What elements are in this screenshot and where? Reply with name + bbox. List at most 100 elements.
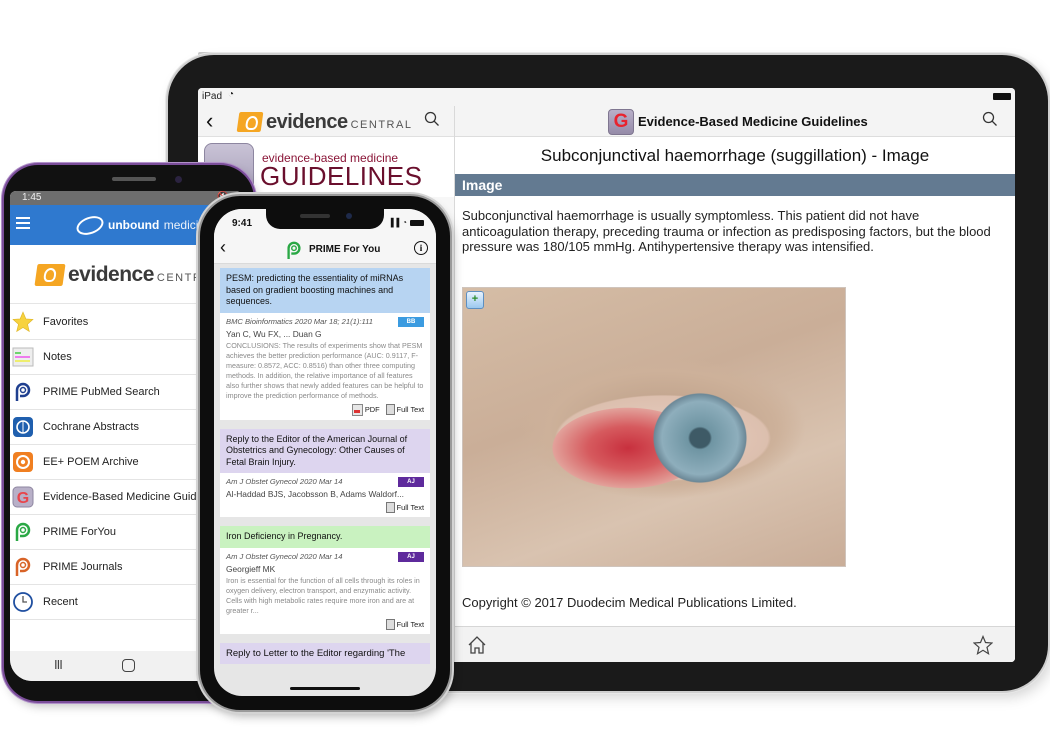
pdf-button[interactable]: PDF: [351, 403, 380, 416]
notes-icon: [11, 345, 35, 369]
menu-item-label: Notes: [43, 351, 72, 363]
nav-title: PRIME For You: [309, 244, 381, 255]
prime-foryou-icon: [11, 520, 35, 544]
zoom-in-icon[interactable]: +: [466, 291, 484, 309]
menu-item-label: Recent: [43, 596, 78, 608]
favorite-star-icon[interactable]: [972, 634, 994, 660]
article-title[interactable]: Reply to the Editor of the American Jour…: [220, 428, 430, 473]
recent-clock-icon: [11, 590, 35, 614]
menu-item-label: Cochrane Abstracts: [43, 421, 139, 433]
unbound-ring-icon: [73, 212, 107, 238]
document-icon: [385, 618, 395, 630]
cochrane-icon: [11, 415, 35, 439]
brand-bold: unbound: [108, 218, 160, 232]
article-actions: PDF Full Text: [226, 403, 424, 416]
wifi-icon: ◔: [402, 218, 407, 227]
article-title[interactable]: Iron Deficiency in Pregnancy.: [220, 526, 430, 548]
info-icon[interactable]: i: [414, 241, 428, 255]
menu-item-label: PRIME ForYou: [43, 526, 116, 538]
document-icon: [385, 404, 395, 415]
brand-word: evidence: [266, 110, 348, 133]
document-nav-bar: G Evidence-Based Medicine Guidelines: [455, 106, 1015, 137]
document-icon: [385, 502, 395, 513]
article-authors: Georgieff MK: [226, 563, 276, 574]
full-text-button[interactable]: Full Text: [385, 404, 424, 415]
eye-photo[interactable]: +: [462, 287, 846, 567]
menu-item-label: PRIME Journals: [43, 561, 123, 573]
menu-item-label: EE+ POEM Archive: [43, 456, 139, 468]
copyright-text: Copyright © 2017 Duodecim Medical Public…: [462, 595, 797, 610]
home-indicator[interactable]: [290, 687, 360, 690]
search-icon[interactable]: [424, 111, 440, 132]
article-journal: BMC Bioinformatics 2020 Mar 18; 21(1):11…: [226, 316, 374, 326]
evidence-central-logo: evidence CENTRAL: [236, 110, 413, 133]
full-text-label: Full Text: [396, 405, 424, 414]
full-text-button[interactable]: Full Text: [385, 502, 424, 513]
evidence-central-mark-icon: [34, 264, 66, 286]
section-header: Image: [455, 174, 1015, 196]
unbound-medicine-logo: unbound medicine: [73, 212, 212, 238]
hamburger-menu-icon[interactable]: [16, 217, 30, 232]
iphone-screen: 9:41 ▐▐ ◔ ‹ PRIME For You i PESM: predic…: [214, 209, 436, 696]
svg-text:G: G: [17, 490, 29, 507]
article-authors: Al-Haddad BJS, Jacobsson B, Adams Waldor…: [226, 489, 404, 499]
bottom-toolbar: [455, 626, 1015, 662]
wifi-icon: ◔: [228, 89, 235, 100]
brand-suffix: CENTRAL: [350, 118, 413, 131]
full-text-button[interactable]: Full Text: [385, 618, 424, 630]
guidelines-icon: G: [11, 485, 35, 509]
back-chevron-icon[interactable]: ‹: [220, 237, 226, 258]
home-button[interactable]: [122, 659, 135, 672]
star-icon: [11, 310, 35, 334]
status-time: 1:45: [22, 192, 42, 203]
document-body-text: Subconjunctival haemorrhage is usually s…: [462, 208, 991, 254]
full-text-label: Full Text: [396, 619, 424, 629]
article-journal: Am J Obstet Gynecol 2020 Mar 14: [226, 477, 343, 486]
ipad-status-bar: iPad ◔: [198, 88, 1015, 106]
pdf-label: PDF: [364, 405, 380, 414]
article-actions: Full Text: [226, 618, 424, 630]
brand-word: evidence: [68, 263, 154, 286]
signal-icon: ▐▐: [387, 218, 400, 227]
article-details: Am J Obstet Gynecol 2020 Mar 14 AJ Georg…: [220, 548, 430, 634]
article-title[interactable]: PESM: predicting the essentiality of miR…: [220, 268, 430, 313]
banner-title: GUIDELINES: [260, 161, 423, 191]
iphone-notch: [266, 209, 384, 229]
search-icon[interactable]: [982, 111, 998, 132]
back-chevron-icon[interactable]: ‹: [206, 108, 213, 134]
android-camera: [175, 176, 182, 183]
android-speaker: [112, 177, 156, 181]
article-card[interactable]: PESM: predicting the essentiality of miR…: [220, 268, 430, 420]
full-text-label: Full Text: [396, 503, 424, 512]
pdf-icon: [351, 403, 363, 416]
guidelines-g-icon: G: [608, 109, 634, 135]
prime-journals-icon: [11, 555, 35, 579]
recents-button[interactable]: III: [54, 657, 63, 672]
notch-speaker: [300, 214, 330, 218]
home-icon[interactable]: [467, 635, 487, 660]
article-details: BMC Bioinformatics 2020 Mar 18; 21(1):11…: [220, 313, 430, 420]
battery-icon: [993, 93, 1011, 100]
poem-archive-icon: [11, 450, 35, 474]
article-abstract: CONCLUSIONS: The results of experiments …: [226, 340, 424, 400]
carrier-label: iPad: [202, 91, 223, 102]
menu-item-label: PRIME PubMed Search: [43, 386, 160, 398]
article-title[interactable]: Reply to Letter to the Editor regarding …: [220, 642, 430, 664]
document-title: Subconjunctival haemorrhage (suggillatio…: [540, 146, 930, 165]
nav-title: Evidence-Based Medicine Guidelines: [638, 114, 868, 129]
article-card[interactable]: Reply to the Editor of the American Jour…: [220, 428, 430, 517]
android-status-bar: 1:45 🔇◔: [10, 191, 242, 205]
evidence-central-mark-icon: [236, 112, 264, 132]
article-details: Am J Obstet Gynecol 2020 Mar 14 AJ Al-Ha…: [220, 473, 430, 517]
article-card[interactable]: Iron Deficiency in Pregnancy. Am J Obste…: [220, 526, 430, 634]
evidence-central-logo: evidence CENTRAL: [34, 263, 219, 287]
left-nav-bar: ‹ evidence CENTRAL: [198, 106, 454, 137]
notch-camera: [346, 213, 352, 219]
article-abstract: Iron is essential for the function of al…: [226, 575, 420, 615]
article-card[interactable]: Reply to Letter to the Editor regarding …: [220, 642, 430, 664]
journal-badge: BB: [398, 316, 424, 327]
prime-logo-icon: [285, 240, 303, 265]
menu-item-label: Evidence-Based Medicine Guidelines: [43, 491, 226, 503]
article-journal: Am J Obstet Gynecol 2020 Mar 14: [226, 551, 343, 561]
right-pane: G Evidence-Based Medicine Guidelines Sub…: [455, 106, 1015, 662]
